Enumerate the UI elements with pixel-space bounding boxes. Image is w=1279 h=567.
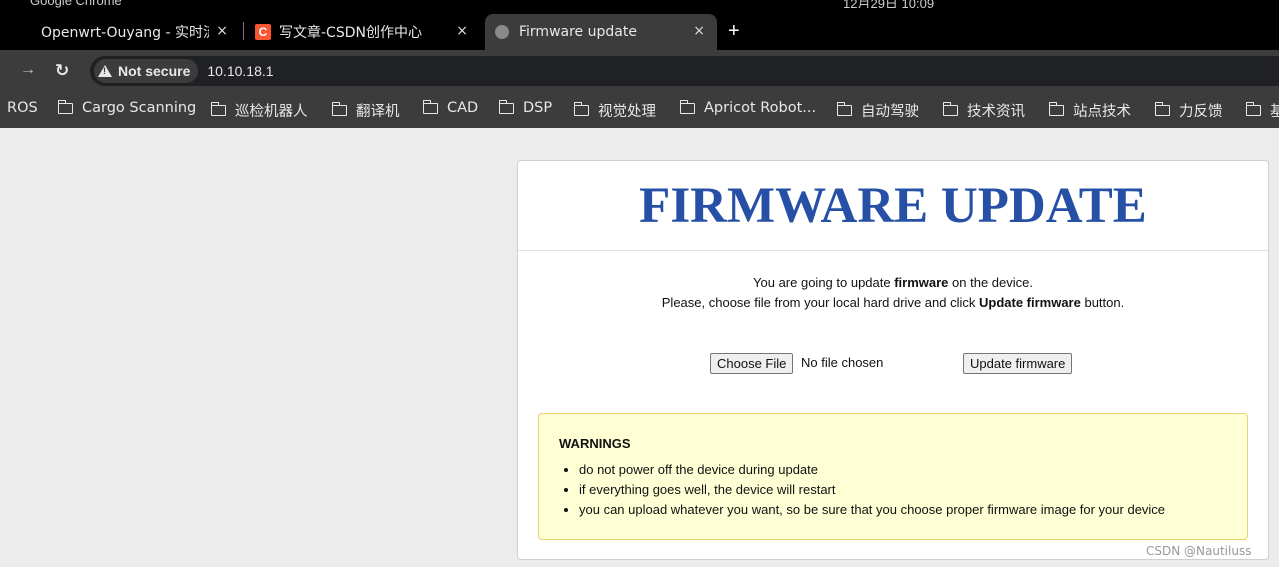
tab-title: Firmware update	[519, 24, 637, 40]
bookmark-label: Apricot Robot...	[704, 100, 817, 116]
warning-triangle-icon	[98, 65, 112, 77]
bookmarks-bar: ROS Cargo Scanning 巡检机器人 翻译机 CAD DSP 视觉处…	[0, 92, 1279, 128]
folder-icon	[331, 102, 347, 116]
bookmark-label: 技术资讯	[967, 104, 1025, 120]
intro-line-2: Please, choose file from your local hard…	[518, 293, 1268, 313]
tab-title: 写文章-CSDN创作中心	[279, 25, 422, 41]
globe-icon	[495, 25, 509, 39]
tab-csdn-editor[interactable]: C 写文章-CSDN创作中心 ×	[247, 14, 480, 50]
tab-separator	[243, 22, 244, 40]
page-viewport: FIRMWARE UPDATE You are going to update …	[0, 128, 1279, 567]
bookmark-folder-apricot-robot[interactable]: Apricot Robot...	[679, 99, 817, 116]
intro-line-1: You are going to update firmware on the …	[518, 273, 1268, 293]
folder-icon	[498, 99, 514, 114]
warnings-list: do not power off the device during updat…	[559, 460, 1227, 520]
bookmark-folder-vision[interactable]: 视觉处理	[573, 100, 656, 121]
intro-line-2-bold: Update firmware	[978, 295, 1081, 310]
bookmark-label: CAD	[447, 100, 479, 116]
bookmark-folder-inspection-robot[interactable]: 巡检机器人	[210, 100, 308, 121]
tab-close-icon[interactable]: ×	[456, 23, 468, 39]
folder-icon	[836, 102, 852, 116]
folder-icon	[679, 99, 695, 114]
folder-icon	[57, 99, 73, 114]
bookmark-label: DSP	[523, 100, 553, 116]
url-text[interactable]: 10.10.18.1	[207, 63, 273, 79]
bookmark-label: 自动驾驶	[861, 104, 919, 120]
folder-icon	[422, 99, 438, 114]
bookmark-label: 站点技术	[1073, 104, 1131, 120]
folder-icon	[573, 102, 589, 116]
warning-item: you can upload whatever you want, so be …	[579, 500, 1227, 520]
card-header: FIRMWARE UPDATE	[518, 161, 1268, 251]
address-bar[interactable]: Not secure 10.10.18.1	[90, 56, 1279, 86]
tab-firmware-update[interactable]: Firmware update ×	[485, 14, 717, 50]
upload-form: Choose File No file chosen Update firmwa…	[518, 353, 1270, 375]
page-title: FIRMWARE UPDATE	[639, 178, 1147, 234]
csdn-watermark: CSDN @Nautiluss	[1146, 544, 1252, 558]
firmware-update-card: FIRMWARE UPDATE You are going to update …	[517, 160, 1269, 560]
folder-icon	[1245, 102, 1261, 116]
csdn-favicon-icon: C	[255, 24, 271, 40]
browser-toolbar: → ↻ Not secure 10.10.18.1	[0, 50, 1279, 92]
bookmark-folder-translator[interactable]: 翻译机	[331, 100, 400, 121]
warnings-title: WARNINGS	[559, 436, 631, 451]
bookmark-folder-force-feedback[interactable]: 力反馈	[1154, 100, 1223, 121]
bookmark-label: 翻译机	[356, 104, 400, 120]
os-clock: 12月29日 10:09	[843, 0, 935, 8]
intro-line-1-pre: You are going to update	[753, 275, 895, 290]
new-tab-plus-icon[interactable]: +	[728, 21, 740, 41]
folder-icon	[210, 102, 226, 116]
choose-file-button[interactable]: Choose File	[710, 353, 794, 374]
bookmark-label: 力反馈	[1179, 104, 1223, 120]
tab-openwrt[interactable]: Openwrt-Ouyang - 实时流 ×	[0, 14, 240, 50]
intro-line-2-pre: Please, choose file from your local hard…	[661, 295, 979, 310]
tab-close-icon[interactable]: ×	[216, 23, 228, 39]
intro-text: You are going to update firmware on the …	[518, 273, 1268, 313]
bookmark-folder-cargo-scanning[interactable]: Cargo Scanning	[57, 99, 197, 116]
bookmark-folder-site-tech[interactable]: 站点技术	[1048, 100, 1131, 121]
warning-item: if everything goes well, the device will…	[579, 480, 1227, 500]
folder-icon	[1048, 102, 1064, 116]
tab-title: Openwrt-Ouyang - 实时流	[41, 25, 209, 41]
bookmark-ros[interactable]: ROS	[7, 100, 38, 116]
bookmark-label: 巡检机器人	[235, 104, 308, 120]
os-top-bar: Google Chrome 12月29日 10:09	[0, 0, 1279, 8]
bookmark-folder-tech-news[interactable]: 技术资讯	[942, 100, 1025, 121]
folder-icon	[1154, 102, 1170, 116]
intro-line-1-bold: firmware	[894, 275, 949, 290]
bookmark-folder-cad[interactable]: CAD	[422, 99, 479, 116]
tab-close-icon[interactable]: ×	[693, 23, 705, 39]
forward-arrow-icon[interactable]: →	[20, 61, 36, 79]
security-indicator[interactable]: Not secure	[94, 59, 199, 83]
bookmark-label: 视觉处理	[598, 104, 656, 120]
intro-line-1-post: on the device.	[948, 275, 1033, 290]
folder-icon	[942, 102, 958, 116]
bookmark-folder-autonomous-driving[interactable]: 自动驾驶	[836, 100, 919, 121]
os-app-name: Google Chrome	[30, 0, 122, 8]
file-status-text: No file chosen	[801, 355, 884, 370]
warning-item: do not power off the device during updat…	[579, 460, 1227, 480]
bookmark-folder-partial[interactable]: 基	[1245, 100, 1279, 121]
security-label: Not secure	[118, 63, 191, 79]
bookmark-folder-dsp[interactable]: DSP	[498, 99, 553, 116]
intro-line-2-post: button.	[1080, 295, 1125, 310]
bookmark-label: 基	[1270, 104, 1279, 120]
bookmark-label: ROS	[7, 100, 38, 116]
bookmark-label: Cargo Scanning	[82, 100, 197, 116]
reload-icon[interactable]: ↻	[55, 61, 69, 81]
tab-strip: Openwrt-Ouyang - 实时流 × C 写文章-CSDN创作中心 × …	[0, 8, 1279, 50]
warnings-box: WARNINGS do not power off the device dur…	[538, 413, 1248, 540]
update-firmware-button[interactable]: Update firmware	[963, 353, 1073, 374]
